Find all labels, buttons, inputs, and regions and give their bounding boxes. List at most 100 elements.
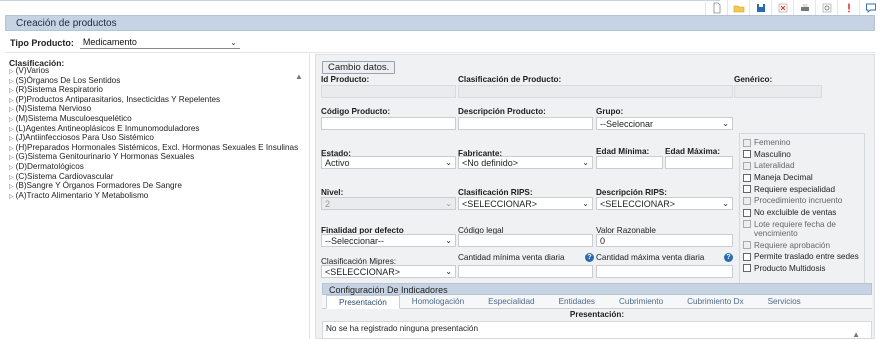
valor-razonable-input[interactable]: 0	[596, 234, 733, 247]
tipo-producto-select[interactable]: Medicamento ⌄	[79, 36, 240, 49]
checkbox-box[interactable]	[743, 150, 751, 159]
scroll-up-icon[interactable]: ▲	[852, 330, 860, 339]
tab-entidades[interactable]: Entidades	[547, 295, 607, 309]
expand-triangle-icon[interactable]: ▷	[9, 194, 14, 200]
generico-label: Genérico:	[734, 75, 773, 84]
grupo-select[interactable]: --Seleccionar ⌄	[596, 117, 733, 130]
help-icon[interactable]: ?	[585, 253, 594, 262]
expand-triangle-icon[interactable]: ▷	[9, 127, 14, 133]
descripcion-rips-select[interactable]: <SELECCIONAR> ⌄	[596, 197, 733, 210]
expand-triangle-icon[interactable]: ▷	[9, 69, 14, 75]
tree-item[interactable]: ▷ (A)Tracto Alimentario Y Metabolismo	[9, 191, 298, 202]
checkbox-box[interactable]	[743, 138, 751, 147]
product-form-panel: Cambio datos. Id Producto: Clasificación…	[315, 54, 875, 339]
expand-triangle-icon[interactable]: ▷	[9, 175, 14, 181]
tab-cubrimiento-dx[interactable]: Cubrimiento Dx	[675, 295, 755, 309]
descripcion-producto-input[interactable]	[458, 117, 593, 130]
clasificacion-mipres-value: <SELECCIONAR>	[325, 266, 401, 277]
generico-field	[734, 85, 822, 98]
tab-cubrimiento[interactable]: Cubrimiento	[607, 295, 675, 309]
checkbox-box[interactable]	[743, 220, 751, 229]
id-producto-label: Id Producto:	[321, 75, 370, 84]
clasificacion-rips-value: <SELECCIONAR>	[462, 198, 538, 209]
chat-icon[interactable]	[859, 0, 881, 15]
producto-multidosis-checkbox[interactable]: Producto Multidosis	[743, 264, 861, 273]
indicadores-title: Configuración De Indicadores	[329, 285, 448, 295]
chevron-down-icon: ⌄	[230, 37, 237, 47]
presentacion-empty-message: No se ha registrado ninguna presentación	[322, 321, 872, 339]
codigo-legal-input[interactable]	[458, 234, 593, 247]
expand-triangle-icon[interactable]: ▷	[9, 107, 14, 113]
requiere-aprobacion-checkbox[interactable]: Requiere aprobación	[743, 241, 861, 250]
procedimiento-incruento-checkbox[interactable]: Procedimiento incruento	[743, 196, 861, 205]
fabricante-value: <No definido>	[462, 157, 519, 168]
expand-triangle-icon[interactable]: ▷	[9, 155, 14, 161]
preview-icon[interactable]	[815, 0, 837, 15]
permite-traslado-checkbox[interactable]: Permite traslado entre sedes	[743, 252, 861, 261]
clasificacion-mipres-select[interactable]: <SELECCIONAR> ⌄	[321, 265, 456, 278]
clasificacion-producto-label: Clasificación de Producto:	[458, 75, 562, 84]
tab-servicios[interactable]: Servicios	[756, 295, 813, 309]
estado-select[interactable]: Activo ⌄	[321, 156, 456, 169]
expand-triangle-icon[interactable]: ▷	[9, 117, 14, 123]
checkbox-box[interactable]	[743, 208, 751, 217]
expand-triangle-icon[interactable]: ▷	[9, 88, 14, 94]
edad-minima-label: Edad Mínima:	[596, 147, 650, 156]
presentacion-section-label: Presentación:	[569, 310, 625, 319]
tipo-producto-label: Tipo Producto:	[10, 37, 74, 48]
maneja-decimal-checkbox[interactable]: Maneja Decimal	[743, 173, 861, 182]
indicadores-header: Configuración De Indicadores	[322, 283, 872, 295]
requiere-especialidad-checkbox[interactable]: Requiere especialidad	[743, 185, 861, 194]
tab-homologacion[interactable]: Homologación	[400, 295, 476, 309]
save-icon[interactable]	[749, 0, 771, 15]
cambio-datos-button[interactable]: Cambio datos.	[322, 61, 396, 74]
cantidad-maxima-input[interactable]	[596, 265, 733, 278]
toolbar-icons	[705, 0, 881, 15]
chevron-down-icon: ⌄	[445, 158, 452, 167]
checkbox-box[interactable]	[743, 241, 751, 249]
clasificacion-rips-select[interactable]: <SELECCIONAR> ⌄	[458, 197, 593, 210]
edad-maxima-input[interactable]	[665, 156, 733, 169]
scroll-up-icon[interactable]: ▲	[295, 72, 303, 81]
lateralidad-checkbox[interactable]: Lateralidad	[743, 161, 861, 170]
femenino-checkbox[interactable]: Femenino	[743, 138, 861, 147]
new-document-icon[interactable]	[705, 0, 727, 15]
tipo-producto-row: Tipo Producto: Medicamento ⌄	[10, 36, 240, 49]
finalidad-value: --Seleccionar--	[325, 235, 385, 246]
estado-value: Activo	[325, 157, 350, 168]
expand-triangle-icon[interactable]: ▷	[9, 146, 14, 152]
expand-triangle-icon[interactable]: ▷	[9, 98, 14, 104]
codigo-producto-input[interactable]	[321, 117, 456, 130]
checkbox-box[interactable]	[743, 185, 751, 194]
expand-triangle-icon[interactable]: ▷	[9, 184, 14, 190]
chevron-down-icon: ⌄	[582, 199, 589, 208]
checkbox-box[interactable]	[743, 161, 751, 170]
chevron-down-icon: ⌄	[445, 236, 452, 245]
finalidad-select[interactable]: --Seleccionar-- ⌄	[321, 234, 456, 247]
checkbox-box[interactable]	[743, 252, 751, 261]
cantidad-minima-input[interactable]	[458, 265, 593, 278]
grupo-label: Grupo:	[596, 107, 624, 116]
edad-minima-input[interactable]	[596, 156, 663, 169]
codigo-producto-label: Código Producto:	[321, 107, 391, 116]
checkbox-box[interactable]	[743, 173, 751, 182]
tab-especialidad[interactable]: Especialidad	[476, 295, 546, 309]
checkbox-box[interactable]	[743, 196, 751, 205]
tab-presentacion[interactable]: Presentación	[326, 295, 400, 309]
expand-triangle-icon[interactable]: ▷	[9, 79, 14, 85]
expand-triangle-icon[interactable]: ▷	[9, 136, 14, 142]
fabricante-select[interactable]: <No definido> ⌄	[458, 156, 593, 169]
help-icon[interactable]: ?	[724, 253, 733, 262]
open-folder-icon[interactable]	[727, 0, 749, 15]
expand-triangle-icon[interactable]: ▷	[9, 165, 14, 171]
alert-icon[interactable]	[837, 0, 859, 15]
checkbox-box[interactable]	[743, 264, 751, 273]
nivel-select: 2 ⌄	[321, 197, 456, 210]
excel-icon[interactable]	[771, 0, 793, 15]
cantidad-maxima-label: Cantidad máxima venta diaria	[596, 253, 705, 262]
descripcion-rips-label: Descripción RIPS:	[596, 188, 667, 197]
print-icon[interactable]	[793, 0, 815, 15]
no-excluible-ventas-checkbox[interactable]: No excluible de ventas	[743, 208, 861, 217]
masculino-checkbox[interactable]: Masculino	[743, 150, 861, 159]
lote-requiere-fecha-checkbox[interactable]: Lote requiere fecha de vencimiento	[743, 220, 861, 238]
